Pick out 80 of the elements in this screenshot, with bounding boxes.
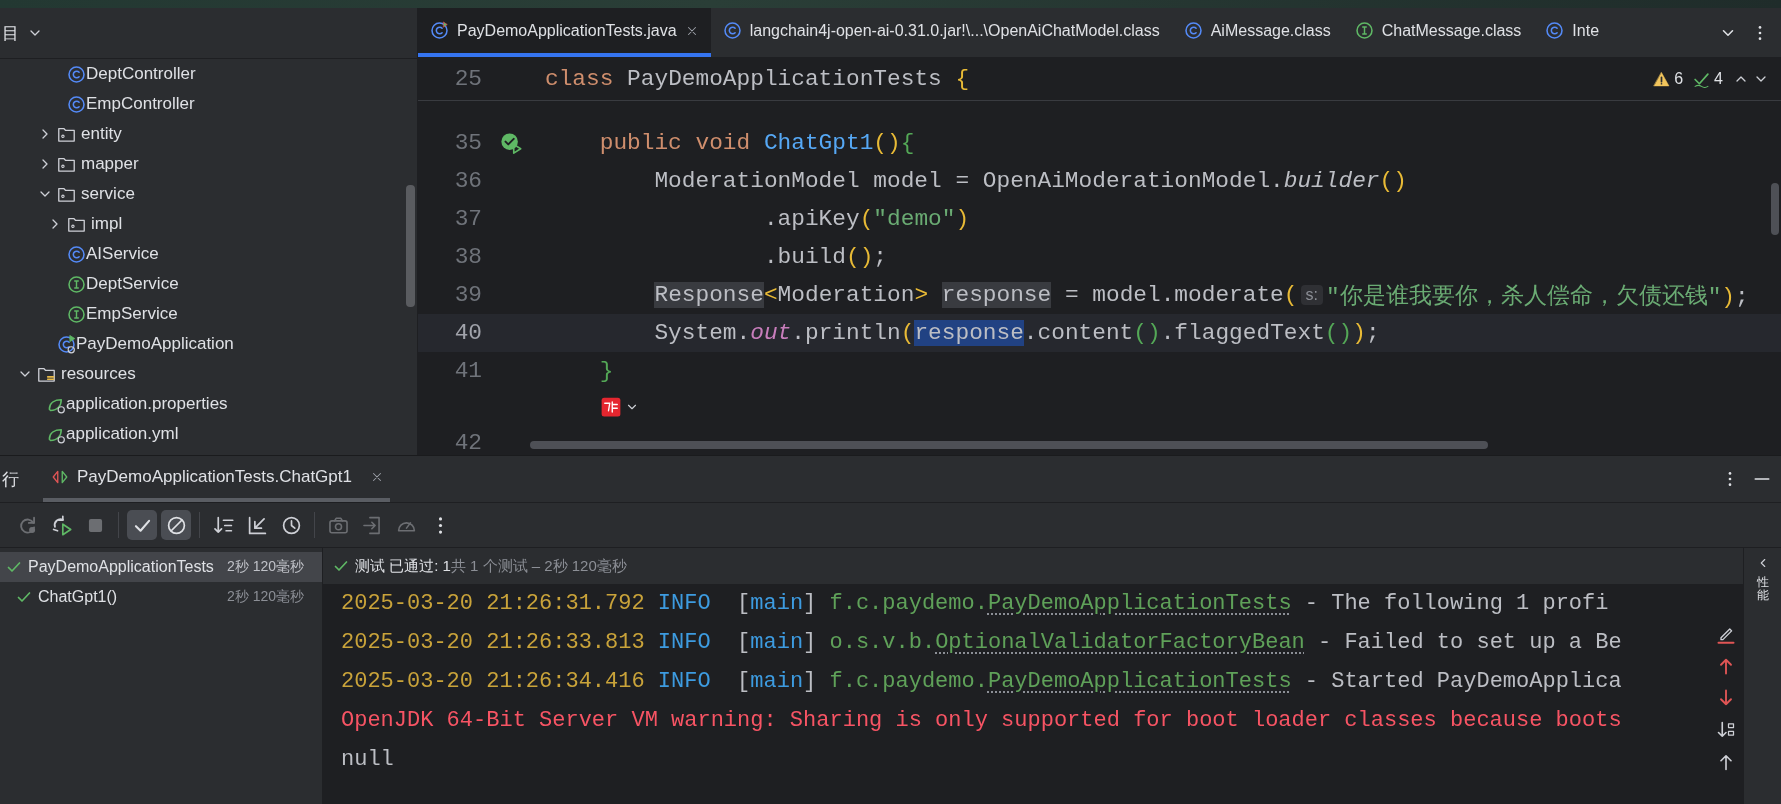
scroll-to-end-icon[interactable] (1716, 720, 1736, 740)
line-number: 25 (453, 66, 482, 92)
scrollbar-thumb[interactable] (406, 185, 415, 307)
test-duration: 2秒 120毫秒 (226, 588, 304, 606)
code-line: .apiKey("demo") (762, 206, 970, 232)
code-line: class PayDemoApplicationTests { (545, 66, 970, 92)
check-icon (16, 589, 32, 605)
line-number: 41 (453, 358, 482, 384)
tree-item[interactable]: AIService (0, 239, 417, 269)
tree-item[interactable]: resources (0, 359, 417, 389)
tree-item[interactable]: application.yml (0, 419, 417, 449)
class-icon (67, 244, 86, 264)
tree-item[interactable]: mapper (0, 149, 417, 179)
class-icon (722, 21, 742, 40)
line-number: 42 (453, 430, 482, 455)
parameter-hint: s: (1300, 285, 1323, 305)
editor-tab[interactable]: ChatMessage.class (1342, 8, 1534, 57)
editor-tab[interactable]: AiMessage.class (1171, 8, 1343, 57)
code-line: "你是谁我要你，杀人偿命，欠债还钱"); (1325, 282, 1749, 311)
scrollbar-thumb[interactable] (1771, 183, 1779, 235)
interface-icon (1354, 21, 1374, 40)
tree-item[interactable]: service (0, 179, 417, 209)
tree-item[interactable]: application.properties (0, 389, 417, 419)
test-name: PayDemoApplicationTests (28, 558, 214, 576)
test-status: 测试 已通过: 1 (355, 556, 451, 576)
tree-item[interactable]: entity (0, 119, 417, 149)
tree-item[interactable]: DeptService (0, 269, 417, 299)
console-line: OpenJDK 64-Bit Server VM warning: Sharing is only supported for boot loader classes because boots (341, 708, 1622, 733)
code-line: public void ChatGpt1(){ (598, 130, 915, 156)
side-tool-tab[interactable]: 性能 (1756, 576, 1769, 603)
tree-item[interactable]: PayDemoApplication (0, 329, 417, 359)
line-number: 36 (453, 168, 482, 194)
tree-item[interactable]: EmpService (0, 299, 417, 329)
code-line: Response<Moderation> response = model.moderate( (653, 282, 1298, 308)
warning-icon[interactable] (1653, 70, 1671, 88)
tree-item[interactable]: impl (0, 209, 417, 239)
console-line: 2025-03-20 21:26:31.792 INFO [main] f.c.paydemo.PayDemoApplicationTests - The following 1 profi (341, 591, 1609, 616)
class-icon (57, 334, 76, 354)
test-duration: 2秒 120毫秒 (226, 558, 304, 576)
editor-tab[interactable]: PayDemoApplicationTests.java (418, 8, 711, 57)
interface-icon (67, 304, 86, 324)
test-name: ChatGpt1() (38, 588, 118, 606)
run-tab[interactable]: PayDemoApplicationTests.ChatGpt1 (43, 456, 390, 502)
line-number: 38 (453, 244, 482, 270)
class-icon (1183, 21, 1203, 40)
line-number: 40 (453, 320, 482, 346)
editor-tab[interactable]: Inte (1533, 8, 1612, 57)
plugin-icon[interactable] (601, 397, 621, 417)
test-tree-item[interactable]: ChatGpt1() 2秒 120毫秒 (0, 582, 322, 612)
code-line: System.out.println(response.content().flaggedText()); (653, 320, 1380, 346)
line-number: 39 (453, 282, 482, 308)
scrollbar-thumb[interactable] (530, 441, 1488, 449)
close-icon[interactable] (370, 470, 384, 484)
console-line: 2025-03-20 21:26:34.416 INFO [main] f.c.paydemo.PayDemoApplicationTests - Started PayDemoApplica (341, 669, 1622, 694)
code-line: } (598, 358, 614, 384)
tree-item[interactable]: DeptController (0, 59, 417, 89)
tool-window-title[interactable]: 行 (2, 456, 19, 502)
line-number: 35 (453, 130, 482, 156)
interface-icon (67, 274, 86, 294)
run-split-icon (51, 468, 69, 486)
class-icon (1545, 21, 1565, 40)
check-count[interactable]: 4 (1714, 70, 1723, 88)
console-line: 2025-03-20 21:26:33.813 INFO [main] o.s.v.b.OptionalValidatorFactoryBean - Failed to set up a Be (341, 630, 1622, 655)
check-icon (6, 559, 22, 575)
class-icon (430, 21, 449, 40)
class-icon (67, 64, 86, 84)
code-line: ModerationModel model = OpenAiModerationModel.builder() (653, 168, 1407, 194)
warning-count[interactable]: 6 (1674, 70, 1684, 88)
check-icon[interactable] (1693, 70, 1711, 88)
line-number: 37 (453, 206, 482, 232)
test-summary: 共 1 个测试 – 2秒 120毫秒 (450, 556, 627, 576)
panel-title[interactable]: 目 (2, 21, 19, 45)
console-line: null (341, 747, 394, 772)
tree-item[interactable]: EmpController (0, 89, 417, 119)
editor-tab[interactable]: langchain4j-open-ai-0.31.0.jar!\...\OpenAiChatModel.class (710, 8, 1172, 57)
code-line: .build(); (762, 244, 888, 270)
test-tree-item[interactable]: PayDemoApplicationTests 2秒 120毫秒 (0, 552, 322, 582)
class-icon (67, 94, 86, 114)
check-icon (333, 558, 349, 574)
test-passed-run-icon[interactable] (500, 132, 522, 154)
